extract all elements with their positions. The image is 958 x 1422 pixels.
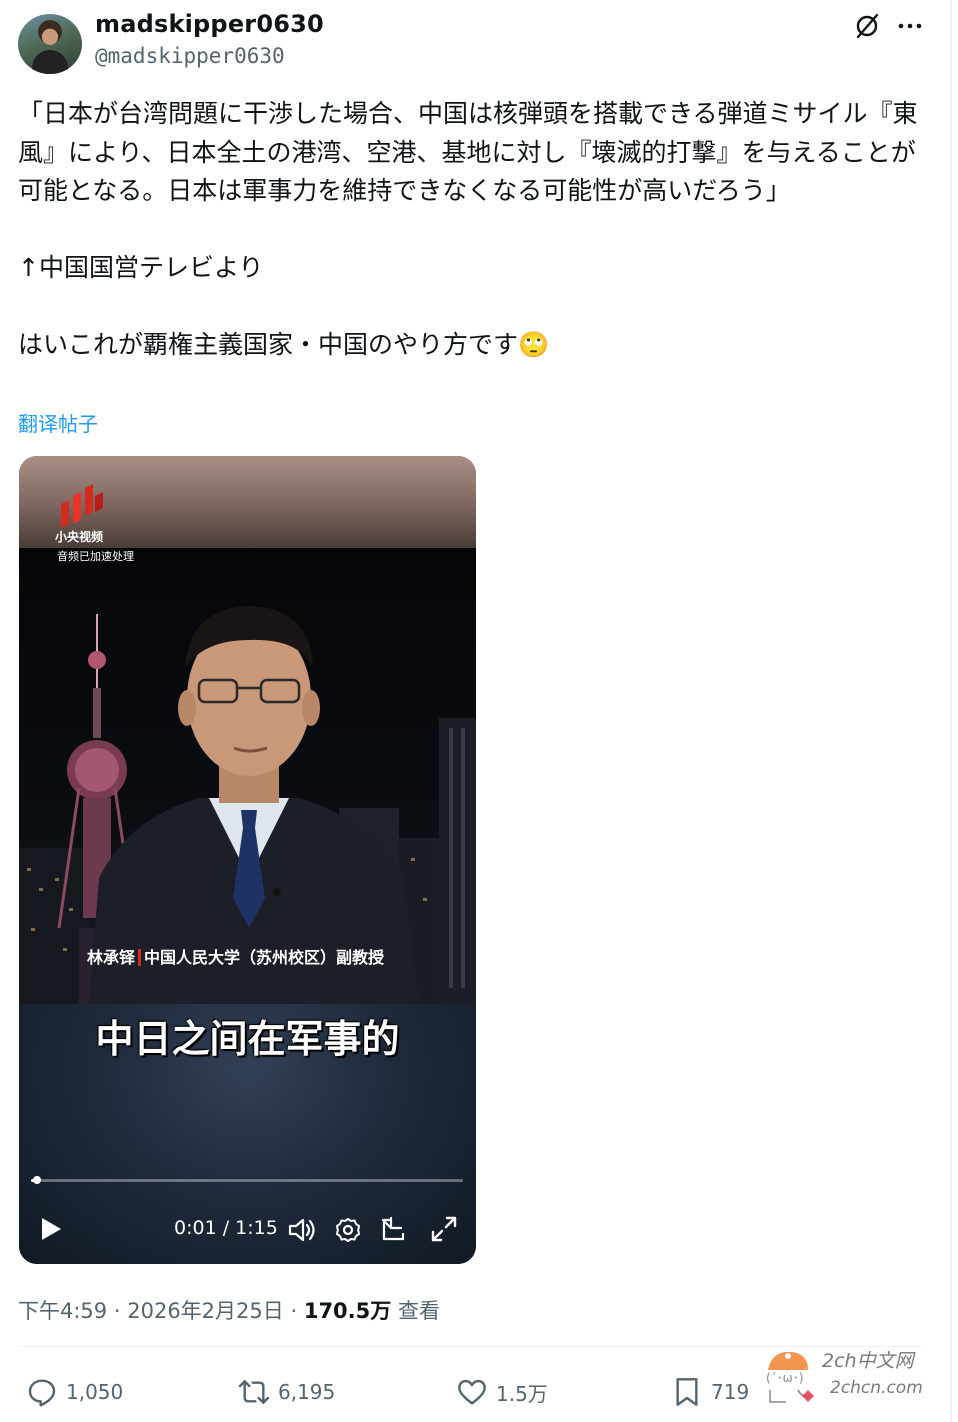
user-handle[interactable]: @madskipper0630 [95, 44, 285, 68]
watermark-mascot-icon: (´･ω･) [766, 1351, 814, 1403]
svg-text:(´･ω･): (´･ω･) [766, 1371, 803, 1385]
grok-icon[interactable] [853, 12, 881, 40]
speaker-name: 林承铎 [87, 948, 136, 967]
watermark-url: 2chcn.com [830, 1378, 923, 1398]
view-label: 查看 [397, 1299, 440, 1323]
fullscreen-icon[interactable] [429, 1214, 459, 1244]
video-progress-bar[interactable] [31, 1176, 463, 1184]
logo-text: 小央视频 [55, 530, 104, 544]
speaker-title: 中国人民大学（苏州校区）副教授 [144, 948, 385, 967]
popout-player-icon[interactable] [379, 1214, 409, 1244]
video-caption: 中日之间在军事的 [95, 1017, 400, 1061]
reply-count: 1,050 [66, 1380, 124, 1404]
heart-icon [458, 1379, 486, 1405]
reply-button[interactable]: 1,050 [26, 1374, 123, 1410]
volume-icon[interactable] [287, 1216, 317, 1244]
like-count: 1.5万 [496, 1381, 548, 1406]
video-time: 0:01 / 1:15 [174, 1217, 278, 1239]
avatar[interactable] [18, 14, 82, 74]
tweet-text: 「日本が台湾問題に干渉した場合、中国は核弾頭を搭載できる弾道ミサイル『東風』によ… [18, 99, 918, 359]
bookmark-button[interactable]: 719 [671, 1374, 749, 1410]
video-progress-handle[interactable] [32, 1176, 41, 1184]
post-time[interactable]: 下午4:59 [18, 1299, 107, 1323]
retweet-icon [238, 1380, 270, 1404]
bookmark-count: 719 [711, 1380, 750, 1404]
retweet-count: 6,195 [278, 1380, 336, 1404]
like-button[interactable]: 1.5万 [456, 1374, 548, 1410]
post-meta: 下午4:59 · 2026年2月25日 · 170.5万 查看 [18, 1295, 440, 1325]
post-date[interactable]: 2026年2月25日 [127, 1299, 284, 1323]
video-frame [19, 548, 476, 1004]
play-icon[interactable] [39, 1216, 63, 1242]
display-name[interactable]: madskipper0630 [95, 10, 324, 38]
speaker-figure [89, 606, 419, 1004]
meta-separator: · [290, 1299, 298, 1323]
nameplate-divider [138, 949, 142, 966]
meta-separator: · [113, 1299, 121, 1323]
watermark-text: 2ch中文网 [822, 1350, 914, 1372]
video-player[interactable]: 小央视频 音频已加速处理 林承铎 中国人民大学（苏州校区）副教授 中日之间在军事… [19, 456, 476, 1264]
reply-icon [28, 1379, 56, 1407]
retweet-button[interactable]: 6,195 [238, 1374, 335, 1410]
settings-gear-icon[interactable] [334, 1216, 362, 1244]
audio-note: 音频已加速处理 [57, 550, 134, 563]
speaker-nameplate: 林承铎 中国人民大学（苏州校区）副教授 [87, 944, 384, 968]
site-watermark: (´･ω･) 2ch中文网 2chcn.com [758, 1342, 928, 1408]
bookmark-icon [676, 1378, 698, 1406]
translate-post-link[interactable]: 翻译帖子 [18, 408, 98, 437]
more-options-icon[interactable] [896, 12, 924, 40]
xiaoyang-logo-icon [61, 484, 103, 528]
view-count: 170.5万 [303, 1299, 392, 1323]
timeline-border [950, 0, 952, 1422]
